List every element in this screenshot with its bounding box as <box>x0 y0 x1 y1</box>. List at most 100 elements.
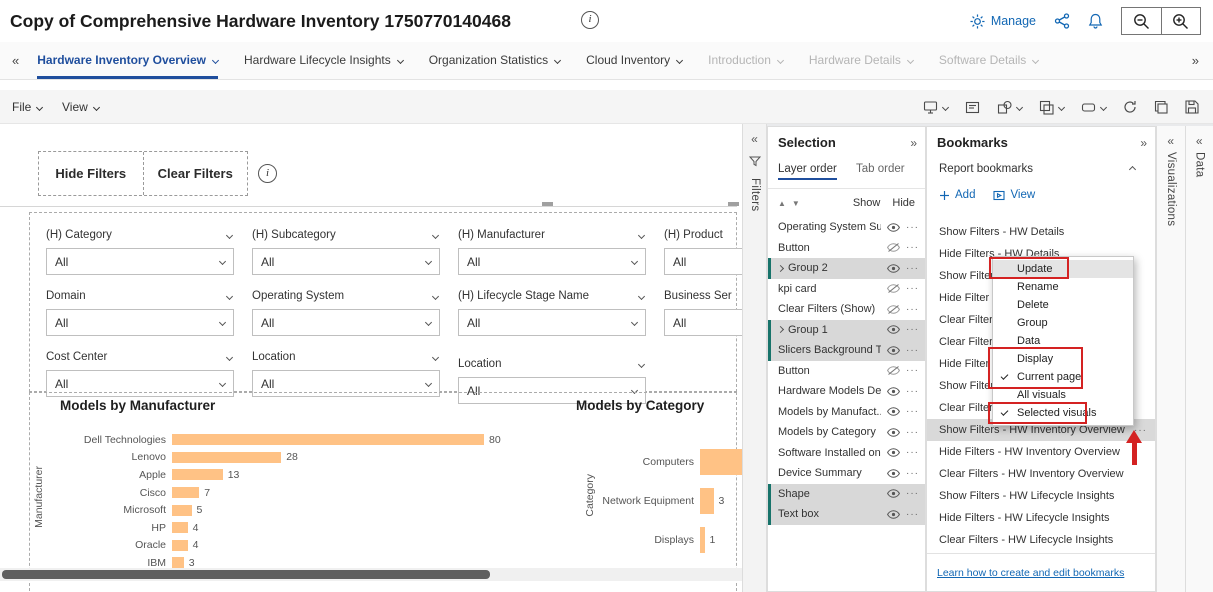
resize-handle[interactable] <box>542 202 553 206</box>
bar[interactable] <box>172 540 188 551</box>
report-page-tab[interactable]: Cloud Inventory <box>586 42 682 79</box>
toggle-visibility-button[interactable] <box>887 469 900 478</box>
bar[interactable] <box>700 527 705 553</box>
bookmark-item[interactable]: Hide Filters - HW Lifecycle Insights ··· <box>927 507 1155 529</box>
context-menu-item[interactable]: All visuals <box>993 386 1133 404</box>
expand-group-icon[interactable] <box>777 265 784 272</box>
toggle-visibility-button[interactable] <box>887 305 900 314</box>
selection-layer-item[interactable]: Group 2 ··· <box>768 258 925 279</box>
selection-layer-item[interactable]: Operating System Su... ··· <box>768 217 925 238</box>
toggle-visibility-button[interactable] <box>887 366 900 375</box>
move-layer-down-icon[interactable]: ▼ <box>792 199 800 208</box>
toggle-visibility-button[interactable] <box>887 387 900 396</box>
text-box-icon[interactable] <box>965 100 980 115</box>
more-options-icon[interactable]: ··· <box>906 263 919 274</box>
collapse-selection-panel-icon[interactable]: » <box>910 136 917 150</box>
selection-layer-item[interactable]: kpi card ··· <box>768 279 925 300</box>
zoom-out-button[interactable] <box>1122 8 1161 34</box>
report-bookmarks-section[interactable]: Report bookmarks <box>927 163 1155 175</box>
slicer-dropdown[interactable]: All <box>252 248 440 275</box>
more-options-icon[interactable]: ··· <box>906 345 919 356</box>
filters-pane-label[interactable]: Filters <box>749 178 761 211</box>
refresh-visuals-icon[interactable] <box>1123 100 1137 114</box>
report-page-tab[interactable]: Introduction <box>708 42 783 79</box>
chevron-down-icon[interactable] <box>432 231 439 238</box>
selection-layer-item[interactable]: Text box ··· <box>768 504 925 525</box>
bookmark-more-options-icon[interactable]: ··· <box>1134 425 1147 436</box>
more-options-icon[interactable]: ··· <box>906 468 919 479</box>
toggle-visibility-button[interactable] <box>887 223 900 232</box>
mobile-layout-icon[interactable] <box>923 100 948 114</box>
shapes-icon[interactable] <box>997 100 1022 114</box>
bar[interactable] <box>172 505 192 516</box>
bar[interactable] <box>700 488 714 514</box>
chevron-down-icon[interactable] <box>226 292 233 299</box>
expand-filters-chevron-icon[interactable]: « <box>743 132 766 146</box>
chevron-down-icon[interactable] <box>226 231 233 238</box>
tab-layer-order[interactable]: Layer order <box>778 163 837 180</box>
context-menu-item[interactable]: Selected visuals <box>993 404 1133 422</box>
chevron-down-icon[interactable] <box>432 353 439 360</box>
selection-layer-item[interactable]: Device Summary ··· <box>768 463 925 484</box>
tabs-scroll-right-icon[interactable]: » <box>1186 53 1205 68</box>
visuals-icon[interactable] <box>1039 100 1064 115</box>
bar[interactable] <box>172 487 199 498</box>
chevron-down-icon[interactable] <box>638 231 645 238</box>
bookmark-item[interactable]: Show Filters - HW Lifecycle Insights ··· <box>927 485 1155 507</box>
toggle-visibility-button[interactable] <box>887 407 900 416</box>
bookmark-item[interactable]: Clear Filters - HW Lifecycle Insights ··… <box>927 529 1155 551</box>
expand-visualizations-chevron-icon[interactable]: « <box>1157 134 1185 148</box>
context-menu-item[interactable]: Rename <box>993 278 1133 296</box>
more-options-icon[interactable]: ··· <box>906 447 919 458</box>
slicer-dropdown[interactable]: All <box>46 248 234 275</box>
chevron-down-icon[interactable] <box>554 56 561 63</box>
toggle-visibility-button[interactable] <box>887 428 900 437</box>
bar[interactable] <box>172 452 281 463</box>
bar[interactable] <box>172 557 184 568</box>
chevron-down-icon[interactable] <box>676 56 683 63</box>
add-bookmark-button[interactable]: Add <box>939 189 975 201</box>
chevron-down-icon[interactable] <box>777 56 784 63</box>
collapse-section-chevron-icon[interactable] <box>1129 165 1136 172</box>
more-options-icon[interactable]: ··· <box>906 488 919 499</box>
toggle-visibility-button[interactable] <box>887 325 900 334</box>
chevron-down-icon[interactable] <box>226 353 233 360</box>
selection-layer-item[interactable]: Shape ··· <box>768 484 925 505</box>
chevron-down-icon[interactable] <box>907 56 914 63</box>
expand-group-icon[interactable] <box>777 326 784 333</box>
more-options-icon[interactable]: ··· <box>906 283 919 294</box>
bar[interactable] <box>700 449 743 475</box>
share-icon[interactable] <box>1054 13 1070 29</box>
bookmark-item[interactable]: Show Filters - HW Details ··· <box>927 221 1155 243</box>
more-options-icon[interactable]: ··· <box>906 386 919 397</box>
report-page-tab[interactable]: Software Details <box>939 42 1038 79</box>
selection-layer-item[interactable]: Models by Category ··· <box>768 422 925 443</box>
slicer-dropdown[interactable]: All <box>458 248 646 275</box>
file-menu[interactable]: File <box>12 90 42 124</box>
horizontal-scrollbar-thumb[interactable] <box>2 570 490 579</box>
view-menu[interactable]: View <box>62 90 99 124</box>
report-page-tab[interactable]: Hardware Details <box>809 42 913 79</box>
hide-all-label[interactable]: Hide <box>892 197 915 209</box>
more-options-icon[interactable]: ··· <box>906 304 919 315</box>
more-options-icon[interactable]: ··· <box>906 509 919 520</box>
data-pane-label[interactable]: Data <box>1194 152 1206 178</box>
info-icon[interactable]: i <box>258 164 277 183</box>
slicer-dropdown[interactable]: All <box>252 309 440 336</box>
more-options-icon[interactable]: ··· <box>906 324 919 335</box>
buttons-icon[interactable] <box>1081 100 1106 115</box>
selection-layer-item[interactable]: Clear Filters (Show) ··· <box>768 299 925 320</box>
toggle-visibility-button[interactable] <box>887 264 900 273</box>
duplicate-page-icon[interactable] <box>1154 100 1168 114</box>
visualizations-pane-label[interactable]: Visualizations <box>1165 152 1177 226</box>
toggle-visibility-button[interactable] <box>887 510 900 519</box>
slicer-dropdown[interactable]: All <box>664 248 743 275</box>
more-options-icon[interactable]: ··· <box>906 365 919 376</box>
clear-filters-button[interactable]: Clear Filters <box>144 152 248 195</box>
selection-layer-item[interactable]: Button ··· <box>768 238 925 259</box>
more-options-icon[interactable]: ··· <box>906 406 919 417</box>
context-menu-item[interactable]: Data <box>993 332 1133 350</box>
selection-layer-item[interactable]: Hardware Models De... ··· <box>768 381 925 402</box>
slicer-dropdown[interactable]: All <box>458 309 646 336</box>
toggle-visibility-button[interactable] <box>887 243 900 252</box>
